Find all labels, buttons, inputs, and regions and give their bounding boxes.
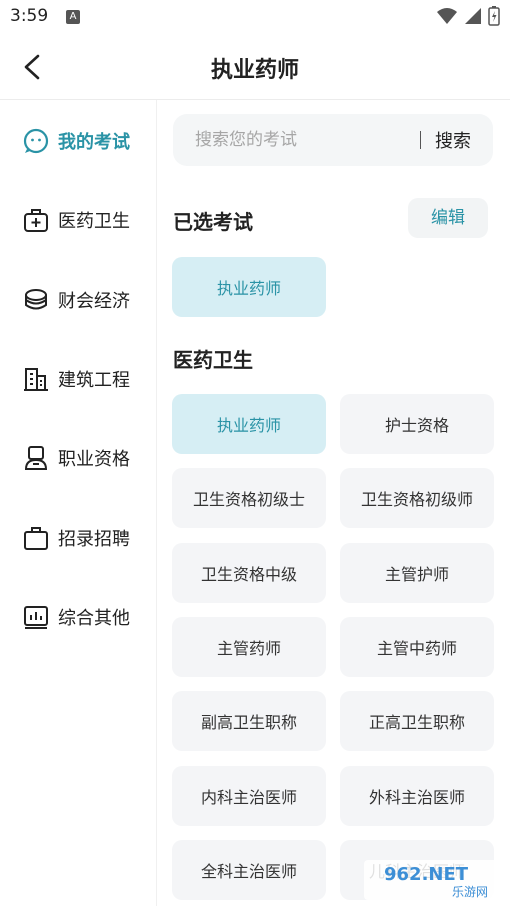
sidebar-item-construction[interactable]: 建筑工程 xyxy=(22,359,130,399)
user-badge-icon xyxy=(22,444,50,472)
status-bar: 3:59 A xyxy=(0,0,510,34)
sidebar-item-label: 职业资格 xyxy=(58,449,130,470)
exam-chip[interactable]: 护士资格 xyxy=(340,394,494,454)
smiley-chat-icon xyxy=(22,127,50,155)
exam-chip[interactable]: 卫生资格初级士 xyxy=(172,468,326,528)
signal-icon xyxy=(465,8,481,24)
site-watermark-logo: 962.NET 乐游网 xyxy=(364,860,504,900)
exam-chip[interactable]: 卫生资格中级 xyxy=(172,543,326,603)
sidebar-item-label: 医药卫生 xyxy=(58,211,130,232)
watermark-text: 962.NET xyxy=(384,864,469,885)
exam-chip[interactable]: 主管药师 xyxy=(172,617,326,677)
battery-icon xyxy=(488,6,500,26)
sidebar-item-other[interactable]: 综合其他 xyxy=(22,597,130,637)
exam-chip[interactable]: 主管中药师 xyxy=(340,617,494,677)
status-icons xyxy=(436,6,500,26)
notification-icon: A xyxy=(66,10,80,24)
app-header: 执业药师 xyxy=(0,34,510,100)
exam-chip[interactable]: 全科主治医师 xyxy=(172,840,326,900)
status-time: 3:59 xyxy=(10,6,49,26)
category-title: 医药卫生 xyxy=(173,348,253,372)
sidebar-item-medical[interactable]: 医药卫生 xyxy=(22,200,130,240)
search-input[interactable] xyxy=(195,128,415,152)
selected-exams-title: 已选考试 xyxy=(173,210,253,234)
wifi-icon xyxy=(437,8,457,24)
watermark-subtext: 乐游网 xyxy=(452,885,488,899)
sidebar-item-label: 招录招聘 xyxy=(58,529,130,550)
building-icon xyxy=(22,365,50,393)
sidebar-item-qualification[interactable]: 职业资格 xyxy=(22,438,130,478)
exam-chip[interactable]: 主管护师 xyxy=(340,543,494,603)
sidebar-item-label: 我的考试 xyxy=(58,132,130,153)
exam-chip[interactable]: 副高卫生职称 xyxy=(172,691,326,751)
exam-chip[interactable]: 卫生资格初级师 xyxy=(340,468,494,528)
bar-chart-icon xyxy=(22,603,50,631)
exam-chip[interactable]: 正高卫生职称 xyxy=(340,691,494,751)
exam-chip[interactable]: 执业药师 xyxy=(172,394,326,454)
page-title: 执业药师 xyxy=(210,58,299,83)
selected-exam-chip[interactable]: 执业药师 xyxy=(172,257,326,317)
exam-chip[interactable]: 内科主治医师 xyxy=(172,766,326,826)
edit-button[interactable]: 编辑 xyxy=(408,198,488,238)
sidebar-item-label: 财会经济 xyxy=(58,291,130,312)
sidebar-item-label: 建筑工程 xyxy=(58,370,130,391)
search-button[interactable]: 搜索 xyxy=(435,127,471,153)
sidebar-item-label: 综合其他 xyxy=(58,608,130,629)
sidebar-item-my-exams[interactable]: 我的考试 xyxy=(22,121,130,161)
exam-chip[interactable]: 外科主治医师 xyxy=(340,766,494,826)
sidebar-item-recruitment[interactable]: 招录招聘 xyxy=(22,518,130,558)
medical-kit-icon xyxy=(22,206,50,234)
sidebar-item-finance[interactable]: 财会经济 xyxy=(22,280,130,320)
search-divider xyxy=(420,131,421,149)
category-sidebar: 我的考试 医药卫生 财会经济 建筑工程 职业资格 招录招聘 综合其他 xyxy=(0,100,157,906)
search-bar: 搜索 xyxy=(173,114,493,166)
main-content: 搜索 已选考试 编辑 执业药师 医药卫生 执业药师 护士资格 卫生资格初级士 卫… xyxy=(157,100,510,906)
coin-stack-icon xyxy=(22,286,50,314)
briefcase-icon xyxy=(22,524,50,552)
